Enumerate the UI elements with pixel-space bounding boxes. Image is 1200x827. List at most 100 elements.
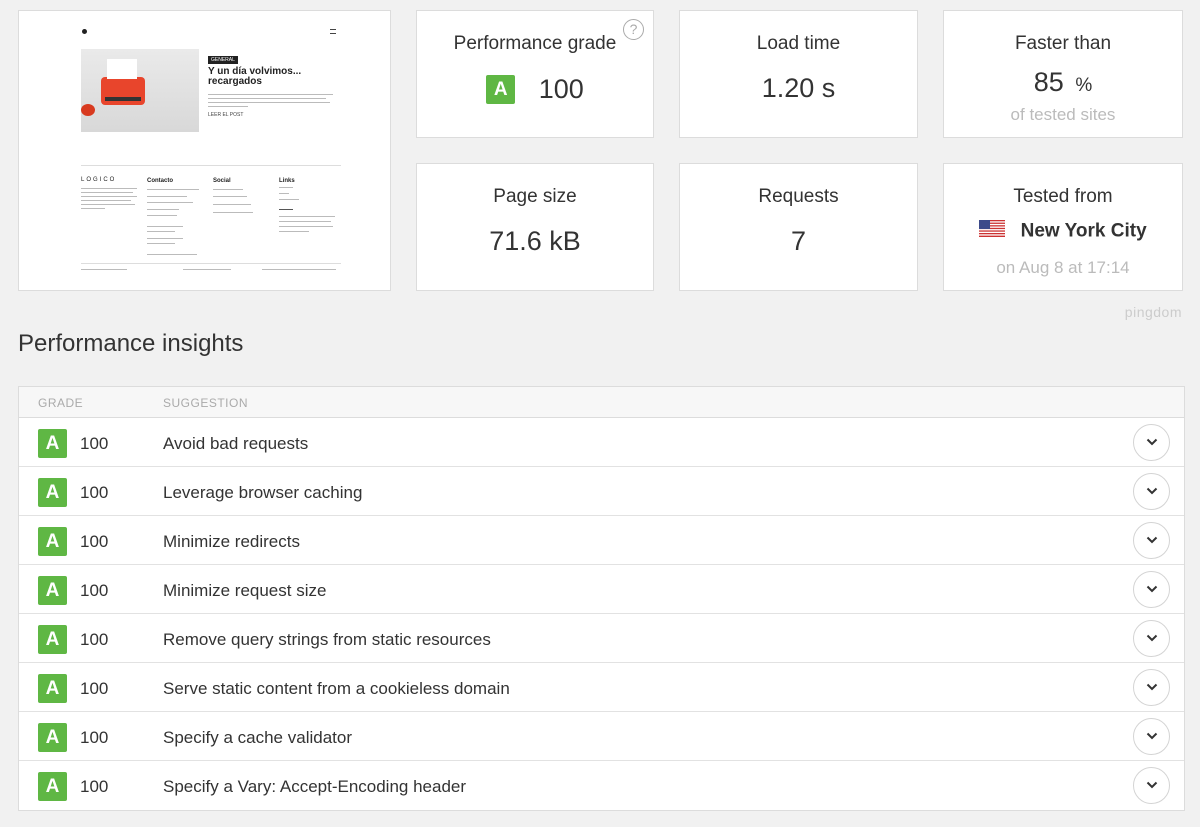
thumb-text-line bbox=[213, 204, 251, 205]
table-row[interactable]: A 100 Serve static content from a cookie… bbox=[19, 663, 1184, 712]
performance-grade-value: A 100 bbox=[417, 73, 653, 105]
thumb-menu-icon bbox=[330, 29, 336, 34]
faster-than-subtext: of tested sites bbox=[1010, 105, 1116, 124]
column-header-suggestion: SUGGESTION bbox=[163, 396, 249, 410]
tested-from-location-row: New York City bbox=[944, 220, 1182, 243]
thumb-col-links: Links bbox=[279, 178, 295, 184]
thumb-text-line bbox=[147, 243, 175, 244]
grade-badge: A bbox=[38, 674, 67, 703]
thumb-text-line bbox=[147, 196, 187, 197]
tested-from-time: on Aug 8 at 17:14 bbox=[996, 258, 1130, 277]
thumb-col-contact: Contacto bbox=[147, 178, 173, 184]
thumb-tag: GENERAL bbox=[208, 56, 238, 64]
row-score: 100 bbox=[80, 434, 109, 453]
row-score: 100 bbox=[80, 581, 109, 600]
table-body: A 100 Avoid bad requests A 100 Leverage … bbox=[19, 418, 1184, 810]
thumb-text-line bbox=[279, 199, 299, 200]
thumb-text-line bbox=[147, 215, 177, 216]
table-row[interactable]: A 100 Minimize request size bbox=[19, 565, 1184, 614]
thumb-text-line bbox=[81, 204, 135, 205]
faster-than-card: Faster than 85 % of tested sites bbox=[943, 10, 1183, 138]
requests-value: 7 bbox=[790, 226, 807, 256]
thumb-text-line bbox=[279, 216, 335, 217]
table-row[interactable]: A 100 Leverage browser caching bbox=[19, 467, 1184, 516]
row-suggestion: Avoid bad requests bbox=[163, 434, 309, 453]
row-suggestion: Leverage browser caching bbox=[163, 483, 363, 502]
page-size-title: Page size bbox=[493, 186, 577, 207]
thumb-text-line bbox=[208, 98, 326, 99]
thumb-text-line bbox=[147, 254, 197, 255]
row-score: 100 bbox=[80, 679, 109, 698]
chevron-down-icon[interactable] bbox=[1133, 767, 1170, 804]
load-time-card: Load time 1.20 s bbox=[679, 10, 918, 138]
thumb-headline: Y un día volvimos... recargados bbox=[208, 66, 302, 87]
thumb-text-line bbox=[147, 189, 199, 190]
thumb-text-line bbox=[213, 189, 243, 190]
grade-badge: A bbox=[38, 723, 67, 752]
grade-badge: A bbox=[38, 527, 67, 556]
tested-from-location: New York City bbox=[1020, 220, 1147, 242]
table-row[interactable]: A 100 Specify a Vary: Accept-Encoding he… bbox=[19, 761, 1184, 810]
thumb-text-line bbox=[279, 226, 333, 227]
thumb-text-line bbox=[147, 231, 175, 232]
requests-card: Requests 7 bbox=[679, 163, 918, 291]
section-title: Performance insights bbox=[18, 330, 244, 357]
chevron-down-icon[interactable] bbox=[1133, 718, 1170, 755]
page-screenshot-thumbnail: GENERAL Y un día volvimos... recargados … bbox=[18, 10, 391, 291]
requests-title: Requests bbox=[758, 186, 839, 207]
thumb-text-line bbox=[279, 209, 293, 210]
table-row[interactable]: A 100 Minimize redirects bbox=[19, 516, 1184, 565]
thumb-divider bbox=[81, 165, 341, 166]
chevron-down-icon[interactable] bbox=[1133, 522, 1170, 559]
performance-grade-title: Performance grade bbox=[453, 33, 617, 54]
chevron-down-icon[interactable] bbox=[1133, 571, 1170, 608]
faster-than-percent: 85 bbox=[1033, 67, 1064, 97]
table-row[interactable]: A 100 Remove query strings from static r… bbox=[19, 614, 1184, 663]
load-time-title: Load time bbox=[756, 33, 841, 54]
thumb-text-line bbox=[81, 269, 127, 270]
performance-score: 100 bbox=[538, 74, 584, 105]
row-suggestion: Remove query strings from static resourc… bbox=[163, 630, 491, 649]
table-row[interactable]: A 100 Avoid bad requests bbox=[19, 418, 1184, 467]
grade-badge: A bbox=[38, 625, 67, 654]
row-score: 100 bbox=[80, 532, 109, 551]
chevron-down-icon[interactable] bbox=[1133, 669, 1170, 706]
thumb-text-line bbox=[208, 94, 333, 95]
thumb-text-line bbox=[81, 192, 133, 193]
page-size-value: 71.6 kB bbox=[489, 226, 581, 256]
table-header: GRADE SUGGESTION bbox=[19, 387, 1184, 418]
thumb-text-line bbox=[213, 212, 253, 213]
row-score: 100 bbox=[80, 483, 109, 502]
insights-table: GRADE SUGGESTION A 100 Avoid bad request… bbox=[18, 386, 1185, 811]
thumb-text-line bbox=[81, 200, 131, 201]
chevron-down-icon[interactable] bbox=[1133, 620, 1170, 657]
tested-from-card: Tested from New York City on Aug 8 at 17… bbox=[943, 163, 1183, 291]
chevron-down-icon[interactable] bbox=[1133, 424, 1170, 461]
row-suggestion: Specify a Vary: Accept-Encoding header bbox=[163, 777, 467, 796]
question-circle-icon[interactable]: ? bbox=[623, 19, 644, 40]
thumb-col-social: Social bbox=[213, 178, 231, 184]
thumb-text-line bbox=[81, 208, 105, 209]
load-time-value: 1.20 s bbox=[761, 73, 836, 103]
performance-grade-card: Performance grade ? A 100 bbox=[416, 10, 654, 138]
row-score: 100 bbox=[80, 728, 109, 747]
thumb-logo-dot bbox=[82, 29, 87, 34]
thumb-text-line bbox=[147, 238, 183, 239]
page-size-card: Page size 71.6 kB bbox=[416, 163, 654, 291]
chevron-down-icon[interactable] bbox=[1133, 473, 1170, 510]
thumb-divider bbox=[81, 263, 341, 264]
thumb-footer-logo: LOGICO bbox=[81, 177, 117, 183]
faster-than-title: Faster than bbox=[1014, 33, 1112, 54]
thumb-text-line bbox=[147, 226, 183, 227]
thumb-text-line bbox=[183, 269, 231, 270]
thumb-text-line bbox=[262, 269, 336, 270]
us-flag-icon bbox=[979, 220, 1006, 243]
row-suggestion: Minimize redirects bbox=[163, 532, 300, 551]
faster-than-value: 85 % bbox=[944, 67, 1182, 98]
thumb-text-line bbox=[81, 188, 137, 189]
table-row[interactable]: A 100 Specify a cache validator bbox=[19, 712, 1184, 761]
pingdom-brand: pingdom bbox=[1124, 304, 1182, 320]
thumb-text-line bbox=[147, 202, 193, 203]
column-header-grade: GRADE bbox=[38, 396, 84, 410]
thumb-hero-image bbox=[81, 49, 199, 132]
